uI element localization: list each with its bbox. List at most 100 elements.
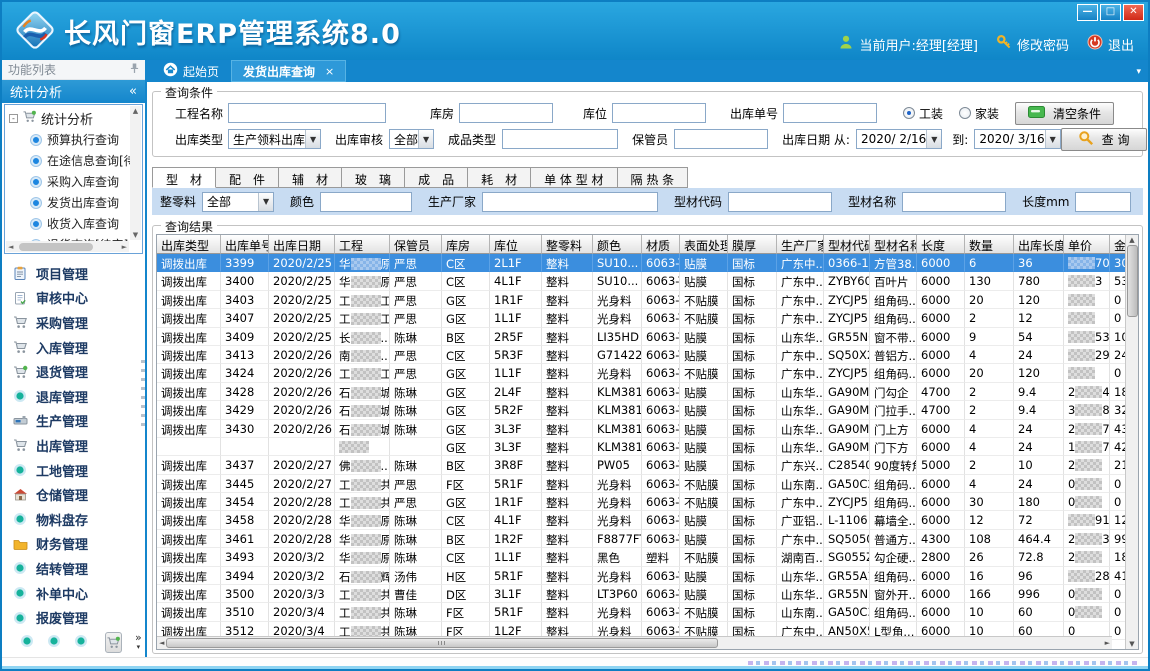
sidebar-item-审核中心[interactable]: 审核中心 — [2, 286, 145, 311]
grid-horizontal-scrollbar[interactable]: ◄► — [157, 636, 1112, 649]
tab-shipment-outbound-query[interactable]: 发货出库查询 × — [231, 60, 346, 82]
sidebar-item-结转管理[interactable]: 结转管理 — [2, 556, 145, 581]
column-header[interactable]: 单价 — [1064, 235, 1110, 254]
sidebar-item-工地管理[interactable]: 工地管理 — [2, 458, 145, 483]
material-tab[interactable]: 成 品 — [405, 167, 468, 188]
table-row[interactable]: G区3L3F整料KLM38176063-T5贴膜国标山东华...GA90M09.… — [157, 438, 1125, 456]
tree-item[interactable]: 采购入库查询 — [9, 171, 129, 192]
sidebar-item-项目管理[interactable]: 项目管理 — [2, 261, 145, 286]
dot-icon[interactable] — [47, 634, 61, 651]
sidebar-item-采购管理[interactable]: 采购管理 — [2, 310, 145, 335]
vertical-scroll-thumb[interactable] — [1127, 245, 1138, 317]
column-header[interactable]: 数量 — [965, 235, 1014, 254]
maker-input[interactable] — [482, 192, 658, 212]
tree-vertical-scrollbar[interactable]: ▲▼ — [130, 106, 141, 240]
column-header[interactable]: 出库单号 — [221, 235, 269, 254]
sidebar-more-button[interactable]: » ▾ — [135, 634, 142, 651]
horizontal-scroll-thumb[interactable] — [166, 638, 718, 648]
table-row[interactable]: 调拨出库34292020/2/26石城陈琳G区5R2F整料KLM38176063… — [157, 401, 1125, 419]
change-password-button[interactable]: 修改密码 — [996, 34, 1069, 54]
column-header[interactable]: 表面处理 — [680, 235, 728, 254]
sidebar-item-补单中心[interactable]: 补单中心 — [2, 581, 145, 606]
column-header[interactable]: 膜厚 — [728, 235, 777, 254]
table-row[interactable]: 调拨出库34372020/2/27佛...陈琳B区3R8F整料PW056063-… — [157, 456, 1125, 474]
sidebar-item-退库管理[interactable]: 退库管理 — [2, 384, 145, 409]
table-row[interactable]: 调拨出库34452020/2/27工共工程严思F区5R1F整料光身料6063-T… — [157, 475, 1125, 493]
zhengling-select[interactable]: 全部▼ — [202, 192, 274, 212]
sidebar-item-报废管理[interactable]: 报废管理 — [2, 605, 145, 630]
column-header[interactable]: 型材代码 — [824, 235, 870, 254]
collapse-icon[interactable]: « — [129, 84, 137, 99]
table-row[interactable]: 调拨出库34542020/2/28工共工程严思G区1R1F整料光身料6063-T… — [157, 493, 1125, 511]
pin-icon[interactable] — [130, 62, 139, 77]
table-row[interactable]: 调拨出库34092020/2/25长...陈琳B区2R5F整料LI35HD606… — [157, 328, 1125, 346]
grid-vertical-scrollbar[interactable]: ▲▼ — [1125, 235, 1138, 649]
column-header[interactable]: 库房 — [442, 235, 490, 254]
tab-overflow-caret-icon[interactable]: ▾ — [1136, 67, 1141, 77]
material-tab[interactable]: 型 材 — [152, 167, 216, 188]
logout-button[interactable]: 退出 — [1087, 34, 1134, 54]
material-tab[interactable]: 隔 热 条 — [618, 167, 689, 188]
sidebar-item-财务管理[interactable]: 财务管理 — [2, 532, 145, 557]
date-to-select[interactable]: 2020/ 3/16▼ — [974, 129, 1060, 149]
tree-item[interactable]: 在途信息查询[待 — [9, 150, 129, 171]
column-header[interactable]: 长度 — [917, 235, 965, 254]
sidebar-scroll-grip[interactable] — [141, 360, 145, 430]
tree-root[interactable]: - 统计分析 — [9, 107, 129, 129]
table-row[interactable]: 调拨出库34932020/3/2华原...陈琳C区1L1F整料黑色塑料不贴膜国标… — [157, 548, 1125, 566]
location-input[interactable] — [612, 103, 706, 123]
expander-icon[interactable]: - — [9, 114, 18, 123]
tree-item[interactable]: 发货出库查询 — [9, 192, 129, 213]
tree-item[interactable]: 预算执行查询 — [9, 129, 129, 150]
sidebar-item-出库管理[interactable]: 出库管理 — [2, 433, 145, 458]
profile-code-input[interactable] — [728, 192, 832, 212]
column-header[interactable]: 出库类型 — [157, 235, 221, 254]
date-from-select[interactable]: 2020/ 2/16▼ — [856, 129, 942, 149]
sidebar-item-退货管理[interactable]: 退货管理 — [2, 359, 145, 384]
maximize-button[interactable]: □ — [1100, 4, 1121, 21]
column-header[interactable]: 出库日期 — [269, 235, 335, 254]
table-row[interactable]: 调拨出库34282020/2/26石城陈琳G区2L4F整料KLM38176063… — [157, 383, 1125, 401]
material-tab[interactable]: 单 体 型 材 — [531, 167, 617, 188]
profile-name-input[interactable] — [902, 192, 1006, 212]
table-row[interactable]: 调拨出库34612020/2/28华原...陈琳B区1R2F整料F8877FT6… — [157, 530, 1125, 548]
table-row[interactable]: 调拨出库35102020/3/4工共工程陈琳F区5R1F整料光身料6063-T5… — [157, 603, 1125, 621]
column-header[interactable]: 金额 — [1110, 235, 1125, 254]
table-row[interactable]: 调拨出库34032020/2/25工工程严思G区1R1F整料光身料6063-T5… — [157, 291, 1125, 309]
dot-icon[interactable] — [74, 634, 88, 651]
table-row[interactable]: 调拨出库34942020/3/2石辉城汤伟H区5R1F整料光身料6063-T5贴… — [157, 567, 1125, 585]
project-name-input[interactable] — [228, 103, 386, 123]
clear-conditions-button[interactable]: 清空条件 — [1015, 102, 1114, 125]
table-row[interactable]: 调拨出库34002020/2/25华原...严思C区4L1F整料SU10...6… — [157, 272, 1125, 290]
column-header[interactable]: 颜色 — [593, 235, 642, 254]
search-button[interactable]: 查 询 — [1061, 128, 1147, 151]
table-row[interactable]: 调拨出库33992020/2/25华原...严思C区2L1F整料SU10...6… — [157, 254, 1125, 272]
minimize-button[interactable]: — — [1077, 4, 1098, 21]
sidebar-item-入库管理[interactable]: 入库管理 — [2, 335, 145, 360]
radio-gongzhuang[interactable]: 工装 — [903, 105, 943, 122]
material-tab[interactable]: 玻 璃 — [342, 167, 405, 188]
material-tab[interactable]: 配 件 — [216, 167, 279, 188]
sidebar-item-仓储管理[interactable]: 仓储管理 — [2, 482, 145, 507]
tree-item[interactable]: 收货入库查询 — [9, 213, 129, 234]
sidebar-item-物料盘存[interactable]: 物料盘存 — [2, 507, 145, 532]
out-type-select[interactable]: 生产领料出库▼ — [228, 129, 321, 149]
audit-select[interactable]: 全部▼ — [389, 129, 434, 149]
column-header[interactable]: 保管员 — [390, 235, 442, 254]
tree-horizontal-scrollbar[interactable]: ◄► — [6, 241, 129, 252]
column-header[interactable]: 出库长度 — [1014, 235, 1064, 254]
order-no-input[interactable] — [783, 103, 877, 123]
cart-toolbar-button[interactable] — [105, 632, 122, 653]
column-header[interactable]: 整零料 — [542, 235, 593, 254]
product-type-input[interactable] — [502, 129, 618, 149]
tab-start-page[interactable]: 起始页 — [151, 60, 231, 82]
table-row[interactable]: 调拨出库35002020/3/3工共工程曹佳D区3L1F整料LT3P606063… — [157, 585, 1125, 603]
column-header[interactable]: 型材名称 — [870, 235, 917, 254]
table-row[interactable]: 调拨出库34132020/2/26南...严思C区5R3F整料G71422606… — [157, 346, 1125, 364]
material-tab[interactable]: 辅 材 — [279, 167, 342, 188]
length-input[interactable] — [1075, 192, 1131, 212]
table-row[interactable]: 调拨出库34242020/2/26工工程严思G区1L1F整料光身料6063-T5… — [157, 364, 1125, 382]
sidebar-item-生产管理[interactable]: 生产管理 — [2, 409, 145, 434]
table-row[interactable]: 调拨出库34302020/2/26石城陈琳G区3L3F整料KLM38176063… — [157, 420, 1125, 438]
keeper-input[interactable] — [674, 129, 768, 149]
